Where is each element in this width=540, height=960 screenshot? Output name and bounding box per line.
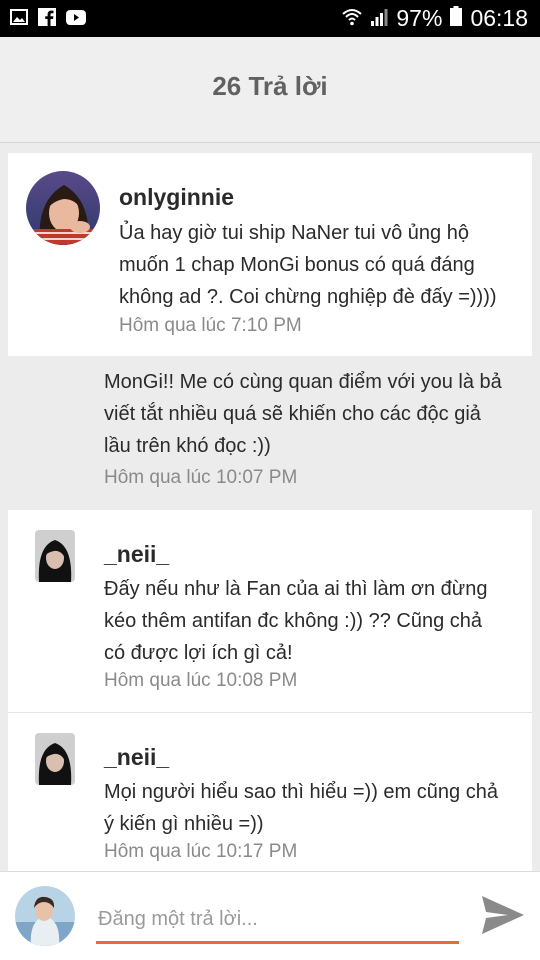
comment-author[interactable]: _neii_ xyxy=(104,744,169,771)
app-header: 26 Trả lời xyxy=(0,37,540,143)
comment-line: Ủa hay giờ tui ship NaNer tui vô ủng hộ xyxy=(119,222,469,244)
comment-timestamp: Hôm qua lúc 10:07 PM xyxy=(104,467,298,488)
comment-line: viết tắt nhiều quá sẽ khiến cho các độc … xyxy=(104,403,481,425)
status-bar-notifications xyxy=(10,8,86,31)
reply-item[interactable]: MonGi!! Me có cùng quan điểm với you là … xyxy=(8,356,532,509)
comment-author[interactable]: _neii_ xyxy=(104,541,169,568)
facebook-icon xyxy=(38,8,56,31)
page-title: 26 Trả lời xyxy=(212,71,328,101)
comment-text: Đấy nếu như là Fan của ai thì làm ơn đừn… xyxy=(104,573,487,669)
comment-line: MonGi!! Me có cùng quan điểm với you là … xyxy=(104,371,502,393)
comment-line: muốn 1 chap MonGi bonus có quá đáng xyxy=(119,254,475,276)
comment-item[interactable]: _neii_ Đấy nếu như là Fan của ai thì làm… xyxy=(8,510,532,712)
comment-line: Đấy nếu như là Fan của ai thì làm ơn đừn… xyxy=(104,578,488,600)
current-user-avatar[interactable] xyxy=(15,886,75,946)
avatar[interactable] xyxy=(26,171,100,245)
comment-timestamp: Hôm qua lúc 10:17 PM xyxy=(104,841,298,862)
status-bar-system: 97% 06:18 xyxy=(342,5,528,32)
comment-line: không ad ?. Coi chừng nghiệp đè đấy =)))… xyxy=(119,286,497,308)
status-bar: 97% 06:18 xyxy=(0,0,540,37)
avatar[interactable] xyxy=(35,530,75,582)
comment-text: Mọi người hiểu sao thì hiểu =)) em cũng … xyxy=(104,776,498,840)
reply-composer xyxy=(0,871,540,960)
comment-line: ý kiến gì nhiều =)) xyxy=(104,813,264,835)
clock: 06:18 xyxy=(470,5,528,31)
comment-item[interactable]: onlyginnie Ủa hay giờ tui ship NaNer tui… xyxy=(8,153,532,356)
comment-line: có được lợi ích gì cả! xyxy=(104,642,293,664)
avatar[interactable] xyxy=(35,733,75,785)
send-icon xyxy=(482,896,524,934)
comment-item[interactable]: _neii_ Mọi người hiểu sao thì hiểu =)) e… xyxy=(8,713,532,871)
battery-percent: 97% xyxy=(396,5,443,31)
comment-timestamp: Hôm qua lúc 10:08 PM xyxy=(104,670,298,691)
comment-list[interactable]: onlyginnie Ủa hay giờ tui ship NaNer tui… xyxy=(0,143,540,871)
comment-line: lầu trên khó đọc :)) xyxy=(104,435,271,457)
wifi-icon xyxy=(342,5,363,32)
battery-icon xyxy=(450,5,463,32)
comment-author[interactable]: onlyginnie xyxy=(119,184,234,211)
comment-text: MonGi!! Me có cùng quan điểm với you là … xyxy=(104,366,502,462)
reply-input[interactable] xyxy=(96,898,459,944)
comment-line: kéo thêm antifan đc không :)) ?? Cũng ch… xyxy=(104,610,483,632)
comment-text: Ủa hay giờ tui ship NaNer tui vô ủng hộ … xyxy=(119,217,497,313)
youtube-icon xyxy=(66,9,86,30)
signal-icon xyxy=(370,5,388,32)
comment-timestamp: Hôm qua lúc 7:10 PM xyxy=(119,315,302,336)
comment-line: Mọi người hiểu sao thì hiểu =)) em cũng … xyxy=(104,781,498,803)
send-button[interactable] xyxy=(478,892,528,938)
image-icon xyxy=(10,9,28,30)
